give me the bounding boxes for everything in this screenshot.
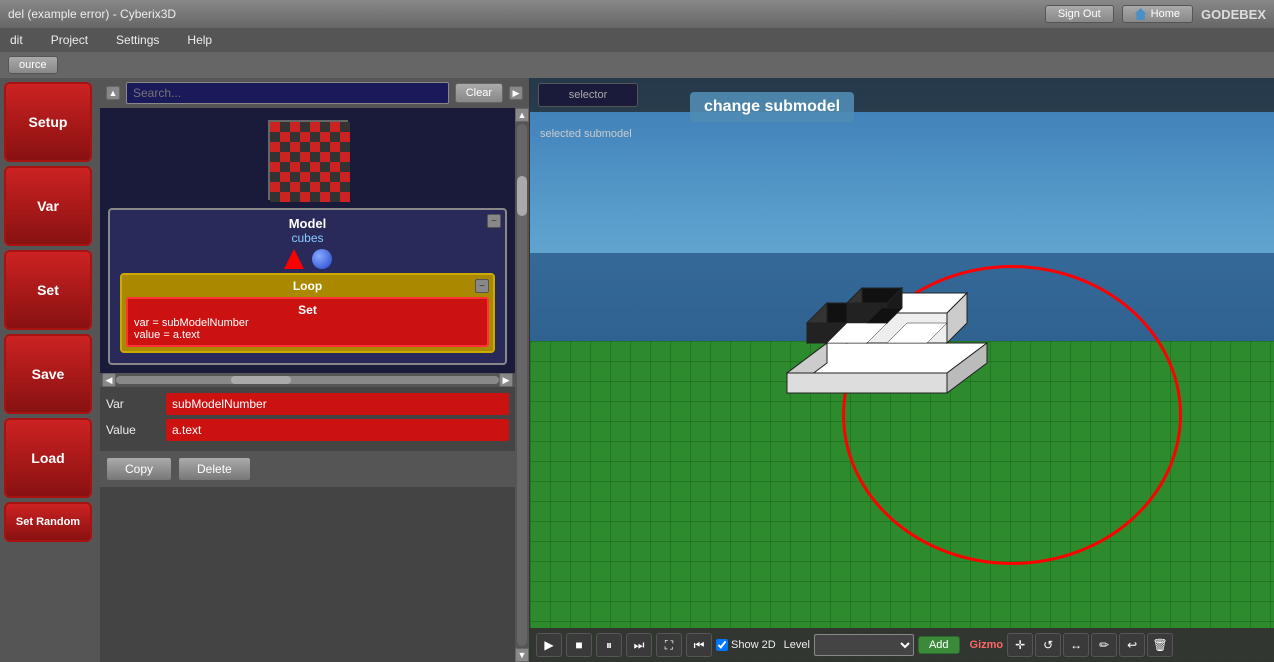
copy-button[interactable]: Copy (106, 457, 172, 481)
loop-title: Loop (126, 279, 489, 293)
set-line2: value = a.text (134, 329, 481, 341)
menu-item-dit[interactable]: dit (4, 31, 29, 49)
user-label: GODEBEX (1201, 7, 1266, 22)
model-icons (116, 249, 499, 269)
show-2d-checkbox[interactable] (716, 639, 728, 651)
gizmo-delete-button[interactable]: 🗑 (1147, 633, 1173, 657)
model-name: cubes (116, 231, 499, 245)
add-button[interactable]: Add (918, 636, 960, 654)
var-value-area: Var Value (100, 387, 515, 451)
loop-block: − Loop Set var = subModelNumber value = … (120, 273, 495, 353)
checker-svg (270, 122, 350, 202)
title-buttons: Sign Out Home GODEBEX (1045, 5, 1266, 23)
set-random-button[interactable]: Set Random (4, 502, 92, 542)
h-scroll-track[interactable] (116, 376, 499, 384)
value-input[interactable] (166, 419, 509, 441)
script-content: − Model cubes − Loop (100, 108, 515, 662)
pause-button[interactable]: ⏸ (596, 633, 622, 657)
step-button[interactable]: ⏭ (626, 633, 652, 657)
gizmo-scale-button[interactable]: ↔ (1063, 633, 1089, 657)
load-button[interactable]: Load (4, 418, 92, 498)
gizmo-icons: ✛ ↺ ↔ ✏ ↩ 🗑 (1007, 633, 1173, 657)
bottom-toolbar: ▶ ■ ⏸ ⏭ ⛶ ⏮ Show 2D Level Add Gizmo ✛ ↺ … (530, 628, 1274, 662)
play-button[interactable]: ▶ (536, 633, 562, 657)
value-row: Value (106, 419, 509, 441)
h-scroll-right-button[interactable]: ▶ (499, 373, 513, 387)
var-label: Var (106, 397, 166, 411)
scroll-right-button[interactable]: ▶ (509, 86, 523, 100)
menu-item-help[interactable]: Help (181, 31, 218, 49)
home-icon (1135, 8, 1147, 20)
set-button[interactable]: Set (4, 250, 92, 330)
v-scroll-thumb (517, 176, 527, 216)
vp-btn-1[interactable]: selector (538, 83, 638, 107)
scroll-up-button[interactable]: ▲ (106, 86, 120, 100)
title-bar: del (example error) - Cyberix3D Sign Out… (0, 0, 1274, 28)
gizmo-move-button[interactable]: ✛ (1007, 633, 1033, 657)
clear-button[interactable]: Clear (455, 83, 503, 103)
model-tooltip[interactable]: change submodel (690, 92, 854, 122)
set-block: Set var = subModelNumber value = a.text (126, 297, 489, 347)
sphere-icon (312, 249, 332, 269)
submodel-text: selected submodel (540, 128, 632, 140)
v-scroll-area: ▲ ▼ (515, 108, 529, 662)
set-line1: var = subModelNumber (134, 317, 481, 329)
checkerboard-preview (268, 120, 348, 200)
gizmo-label: Gizmo (970, 639, 1004, 651)
gizmo-arrow-button[interactable]: ↩ (1119, 633, 1145, 657)
h-scroll-thumb (231, 376, 291, 384)
window-title: del (example error) - Cyberix3D (8, 7, 176, 21)
source-button[interactable]: ource (8, 56, 58, 74)
fullscreen-button[interactable]: ⛶ (656, 633, 682, 657)
save-button[interactable]: Save (4, 334, 92, 414)
var-button[interactable]: Var (4, 166, 92, 246)
level-select[interactable] (814, 634, 914, 656)
menu-item-project[interactable]: Project (45, 31, 94, 49)
setup-button[interactable]: Setup (4, 82, 92, 162)
search-bar: ▲ Clear ▶ (100, 78, 529, 108)
value-label: Value (106, 423, 166, 437)
delete-button[interactable]: Delete (178, 457, 251, 481)
viewport-top-bar: selector (530, 78, 1274, 112)
sign-out-button[interactable]: Sign Out (1045, 5, 1114, 23)
bottom-buttons: Copy Delete (100, 451, 515, 487)
model-title: Model (116, 216, 499, 231)
level-label: Level (784, 639, 810, 651)
set-block-title: Set (134, 303, 481, 317)
gizmo-rotate-button[interactable]: ↺ (1035, 633, 1061, 657)
menu-bar: dit Project Settings Help (0, 28, 1274, 52)
show-2d-label[interactable]: Show 2D (716, 639, 776, 651)
v-scroll-up-button[interactable]: ▲ (515, 108, 529, 122)
middle-content: − Model cubes − Loop (100, 108, 529, 662)
menu-item-settings[interactable]: Settings (110, 31, 165, 49)
chess-svg (727, 213, 1047, 433)
var-row: Var (106, 393, 509, 415)
loop-minimize-button[interactable]: − (475, 279, 489, 293)
left-sidebar: Setup Var Set Save Load Set Random (0, 78, 100, 662)
cone-icon (284, 249, 304, 269)
h-scroll: ◀ ▶ (100, 373, 515, 387)
source-bar: ource (0, 52, 1274, 78)
script-area: − Model cubes − Loop (100, 108, 515, 373)
rewind-button[interactable]: ⏮ (686, 633, 712, 657)
v-scroll-down-button[interactable]: ▼ (515, 648, 529, 662)
main-layout: Setup Var Set Save Load Set Random ▲ Cle… (0, 78, 1274, 662)
gizmo-pencil-button[interactable]: ✏ (1091, 633, 1117, 657)
viewport[interactable]: selector change submodel selected submod… (530, 78, 1274, 662)
var-input[interactable] (166, 393, 509, 415)
model-block: − Model cubes − Loop (108, 208, 507, 365)
stop-button[interactable]: ■ (566, 633, 592, 657)
model-minimize-button[interactable]: − (487, 214, 501, 228)
home-button[interactable]: Home (1122, 5, 1193, 23)
v-scroll-track[interactable] (517, 124, 527, 646)
h-scroll-left-button[interactable]: ◀ (102, 373, 116, 387)
search-input[interactable] (126, 82, 449, 104)
middle-panel: ▲ Clear ▶ (100, 78, 530, 662)
chess-model (727, 213, 1047, 433)
